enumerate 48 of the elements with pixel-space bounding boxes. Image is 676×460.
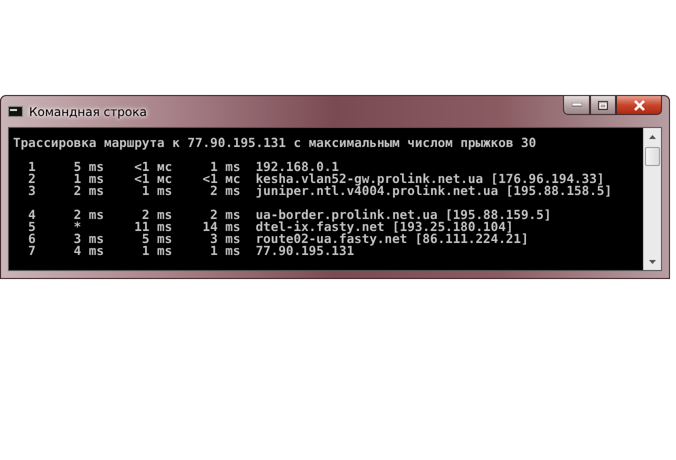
time-value: 1 ms: [72, 173, 104, 185]
hop-number: 6: [27, 233, 36, 245]
minimize-button[interactable]: [563, 95, 590, 115]
host-address: 192.168.0.1: [256, 161, 339, 173]
time-value: 5 ms: [140, 233, 172, 245]
host-address: dtel-ix.fasty.net [193.25.180.104]: [256, 221, 514, 233]
time-value: <1 мс: [133, 173, 172, 185]
time-value: 3 ms: [209, 233, 240, 245]
time-value: 3 ms: [72, 233, 104, 245]
time-value: 2 ms: [72, 185, 104, 197]
time-value: 2 ms: [72, 209, 104, 221]
hop-number: 7: [27, 245, 36, 257]
host-address: route02-ua.fasty.net [86.111.224.21]: [256, 233, 529, 245]
scrollbar[interactable]: [643, 128, 661, 270]
hop-number: 2: [27, 173, 36, 185]
hop-number: 3: [27, 185, 36, 197]
hop-number: 4: [27, 209, 36, 221]
time-value: 2 ms: [210, 209, 240, 221]
host-address: kesha.vlan52-gw.prolink.net.ua [176.96.194.33]: [256, 173, 604, 185]
time-value: 2 ms: [142, 209, 172, 221]
time-value: <1 мс: [202, 173, 240, 185]
time-value: 1 ms: [140, 245, 172, 257]
console-line: Трассировка маршрута к 77.90.195.131 с максимальным числом прыжков 30: [13, 137, 536, 149]
time-value: 11 ms: [133, 221, 172, 233]
time-value: 14 ms: [202, 221, 240, 233]
maximize-button[interactable]: [590, 95, 616, 115]
close-button[interactable]: [616, 95, 662, 115]
time-value: 5 ms: [72, 161, 104, 173]
host-address: 77.90.195.131: [256, 245, 354, 257]
time-value: 2 ms: [209, 185, 240, 197]
maximize-icon: [598, 100, 608, 110]
time-value: <1 мс: [133, 161, 172, 173]
time-value: 1 ms: [210, 161, 240, 173]
time-value: *: [72, 221, 82, 233]
window-title: Командная строка: [29, 104, 148, 118]
time-value: 4 ms: [72, 245, 104, 257]
close-icon: [632, 100, 646, 110]
scroll-thumb[interactable]: [645, 147, 660, 166]
console-icon: [8, 106, 23, 117]
host-address: ua-border.prolink.net.ua [195.88.159.5]: [256, 209, 552, 221]
hop-number: 5: [27, 221, 36, 233]
scroll-up-icon[interactable]: [649, 134, 656, 138]
time-value: 1 ms: [209, 245, 240, 257]
time-value: 1 ms: [140, 185, 172, 197]
hop-number: 1: [27, 161, 36, 173]
host-address: juniper.ntl.v4004.prolink.net.ua [195.88.158.5]: [256, 185, 612, 197]
scroll-down-icon[interactable]: [649, 260, 656, 264]
minimize-icon: [572, 103, 582, 107]
